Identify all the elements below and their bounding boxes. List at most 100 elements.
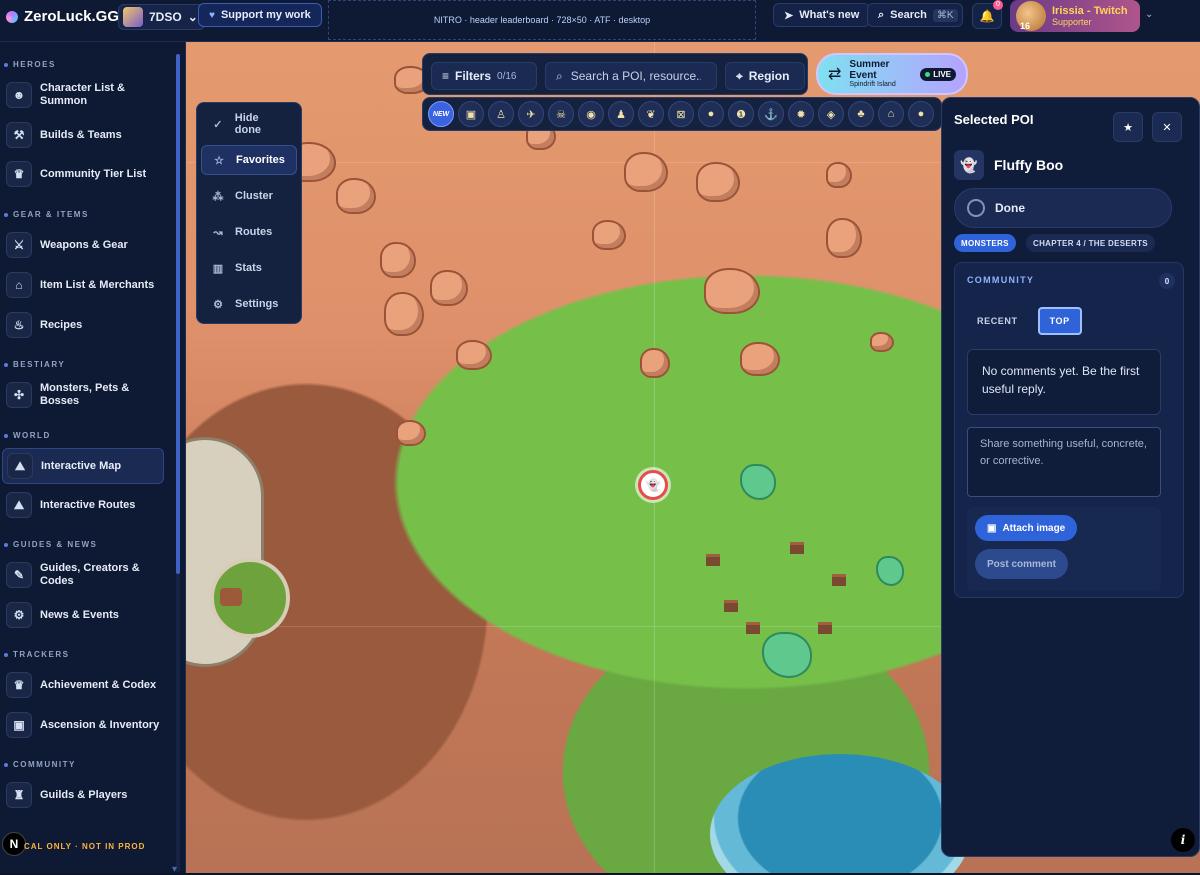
teleport-icon[interactable]: ✈ bbox=[518, 101, 544, 127]
tag-category[interactable]: MONSTERS bbox=[954, 234, 1016, 252]
notifications-button[interactable]: 🔔 0 bbox=[972, 0, 1003, 29]
sidebar-item-guilds[interactable]: ♜ Guilds & Players bbox=[2, 780, 164, 810]
boss-icon[interactable]: ☠ bbox=[548, 101, 574, 127]
sidebar-item-interactive-map[interactable]: ⛰ Interactive Map bbox=[2, 448, 164, 484]
sidebar-item-items[interactable]: ⌂ Item List & Merchants bbox=[2, 270, 164, 300]
user-menu[interactable]: 16 Irissia - Twitch Supporter bbox=[1010, 0, 1140, 32]
sidebar-item-label: Item List & Merchants bbox=[40, 278, 155, 291]
poi-search[interactable]: ⌕ bbox=[545, 62, 717, 90]
info-icon[interactable]: i bbox=[1171, 828, 1195, 852]
achievement-icon: ♛ bbox=[6, 672, 32, 698]
section-trackers: TRACKERS bbox=[4, 650, 69, 659]
sidebar-item-label: Monsters, Pets & Bosses bbox=[40, 382, 130, 407]
sidebar-item-recipes[interactable]: ♨ Recipes bbox=[2, 310, 164, 340]
summer-event-banner[interactable]: ⇄ Summer Event Spindrift Island LIVE bbox=[816, 53, 968, 95]
leaf-icon[interactable]: ❦ bbox=[638, 101, 664, 127]
menu-item-favorites[interactable]: ☆ Favorites bbox=[201, 145, 297, 175]
diamond-icon[interactable]: ◈ bbox=[818, 101, 844, 127]
sidebar-item-label: Recipes bbox=[40, 318, 83, 331]
sidebar-item-label: Guilds & Players bbox=[40, 788, 128, 801]
support-button[interactable]: ♥ Support my work bbox=[198, 3, 322, 27]
menu-item-hide-done[interactable]: ✓ Hide done bbox=[201, 109, 297, 139]
house-icon[interactable]: ⌂ bbox=[878, 101, 904, 127]
support-label: Support my work bbox=[220, 9, 311, 21]
sidebar-item-news[interactable]: ⚙ News & Events bbox=[2, 600, 164, 630]
sidebar-item-tier-list[interactable]: ♛ Community Tier List bbox=[2, 159, 164, 189]
map-rock bbox=[624, 152, 668, 192]
favorite-button[interactable]: ★ bbox=[1113, 112, 1143, 142]
game-thumbnail bbox=[123, 7, 143, 27]
send-icon: ➤ bbox=[784, 9, 794, 22]
coin-icon[interactable]: ● bbox=[698, 101, 724, 127]
sidebar-item-monsters[interactable]: ✣ Monsters, Pets & Bosses bbox=[2, 380, 164, 410]
search-button[interactable]: ⌕ Search ⌘K bbox=[867, 3, 963, 27]
sidebar-item-interactive-routes[interactable]: ⛰ Interactive Routes bbox=[2, 490, 164, 520]
gold-icon[interactable]: ❶ bbox=[728, 101, 754, 127]
sidebar-item-builds[interactable]: ⚒ Builds & Teams bbox=[2, 120, 164, 150]
pet-icon[interactable]: ♣ bbox=[848, 101, 874, 127]
done-checkbox[interactable] bbox=[967, 199, 985, 217]
whats-new-button[interactable]: ➤ What's new bbox=[773, 3, 871, 27]
star-icon: ★ bbox=[1123, 121, 1133, 134]
menu-item-label: Hide done bbox=[234, 112, 262, 136]
search-label: Search bbox=[890, 9, 927, 21]
menu-item-routes[interactable]: ↝ Routes bbox=[201, 217, 297, 247]
crate-icon[interactable]: ⊠ bbox=[668, 101, 694, 127]
map-crystal bbox=[762, 632, 812, 678]
fish-icon[interactable]: ⚓ bbox=[758, 101, 784, 127]
monster-icon: ✣ bbox=[6, 382, 32, 408]
local-only-label: CAL ONLY · NOT IN PROD bbox=[24, 842, 146, 851]
chest-icon[interactable]: ▣ bbox=[458, 101, 484, 127]
user-name: Irissia - Twitch bbox=[1052, 5, 1128, 17]
comment-textarea[interactable] bbox=[967, 427, 1161, 497]
portal-icon[interactable]: ◉ bbox=[578, 101, 604, 127]
sidebar-item-guides[interactable]: ✎ Guides, Creators & Codes bbox=[2, 560, 164, 590]
site-logo[interactable]: ZeroLuck.GG bbox=[6, 8, 119, 25]
resource-icon[interactable]: ● bbox=[908, 101, 934, 127]
comment-tabs: RECENT TOP bbox=[967, 307, 1082, 335]
done-toggle[interactable]: Done bbox=[954, 188, 1172, 228]
menu-item-cluster[interactable]: ⁂ Cluster bbox=[201, 181, 297, 211]
tab-recent[interactable]: RECENT bbox=[967, 307, 1028, 335]
post-comment-button[interactable]: Post comment bbox=[975, 549, 1068, 579]
user-menu-chevron-icon[interactable]: ⌄ bbox=[1145, 9, 1153, 20]
sidebar-item-weapons[interactable]: ⚔ Weapons & Gear bbox=[2, 230, 164, 260]
map-region-marker[interactable] bbox=[210, 558, 290, 638]
attach-image-button[interactable]: ▣ Attach image bbox=[975, 515, 1078, 541]
poi-search-input[interactable] bbox=[570, 69, 701, 83]
user-role: Supporter bbox=[1052, 17, 1092, 27]
selected-poi-marker[interactable]: 👻 bbox=[638, 470, 668, 500]
merchant-icon: ⌂ bbox=[6, 272, 32, 298]
sidebar-item-label: Weapons & Gear bbox=[40, 238, 128, 251]
menu-item-stats[interactable]: ▥ Stats bbox=[201, 253, 297, 283]
menu-item-label: Settings bbox=[235, 298, 279, 310]
dev-tools-badge[interactable]: N bbox=[2, 832, 26, 856]
event-title: Summer Event bbox=[849, 59, 890, 81]
event-icon: ⇄ bbox=[828, 66, 842, 83]
sidebar-item-character-list[interactable]: ☻ Character List & Summon bbox=[2, 80, 164, 110]
sidebar-item-label: Interactive Map bbox=[41, 459, 122, 472]
menu-item-settings[interactable]: ⚙ Settings bbox=[201, 289, 297, 319]
npc-icon[interactable]: ♙ bbox=[488, 101, 514, 127]
sidebar-item-achievements[interactable]: ♛ Achievement & Codex bbox=[2, 670, 164, 700]
tab-top[interactable]: TOP bbox=[1037, 307, 1082, 335]
sidebar-scrollbar-thumb[interactable] bbox=[176, 54, 180, 574]
region-button[interactable]: ⌖ Region bbox=[725, 62, 805, 90]
statue-icon[interactable]: ♟ bbox=[608, 101, 634, 127]
map-house bbox=[818, 622, 832, 634]
bar-chart-icon: ▥ bbox=[212, 262, 224, 275]
sidebar-item-ascension[interactable]: ▣ Ascension & Inventory bbox=[2, 710, 164, 740]
map-rock bbox=[640, 348, 670, 378]
category-bar: NEW ▣ ♙ ✈ ☠ ◉ ♟ ❦ ⊠ ● ❶ ⚓ ✹ ◈ ♣ ⌂ ● bbox=[422, 97, 942, 131]
tag-region[interactable]: CHAPTER 4 / THE DESERTS bbox=[1026, 234, 1155, 252]
notification-count: 0 bbox=[993, 0, 1003, 10]
close-button[interactable]: ✕ bbox=[1152, 112, 1182, 142]
map-rock bbox=[384, 292, 424, 336]
scroll-down-icon[interactable]: ▾ bbox=[172, 864, 177, 875]
category-new[interactable]: NEW bbox=[428, 101, 454, 127]
chevron-down-icon: ⌄ bbox=[187, 10, 198, 24]
game-selector[interactable]: 7DSO ⌄ bbox=[118, 4, 205, 30]
monster-icon[interactable]: ✹ bbox=[788, 101, 814, 127]
filters-button[interactable]: ≡ Filters 0/16 bbox=[431, 62, 537, 90]
inventory-icon: ▣ bbox=[6, 712, 32, 738]
